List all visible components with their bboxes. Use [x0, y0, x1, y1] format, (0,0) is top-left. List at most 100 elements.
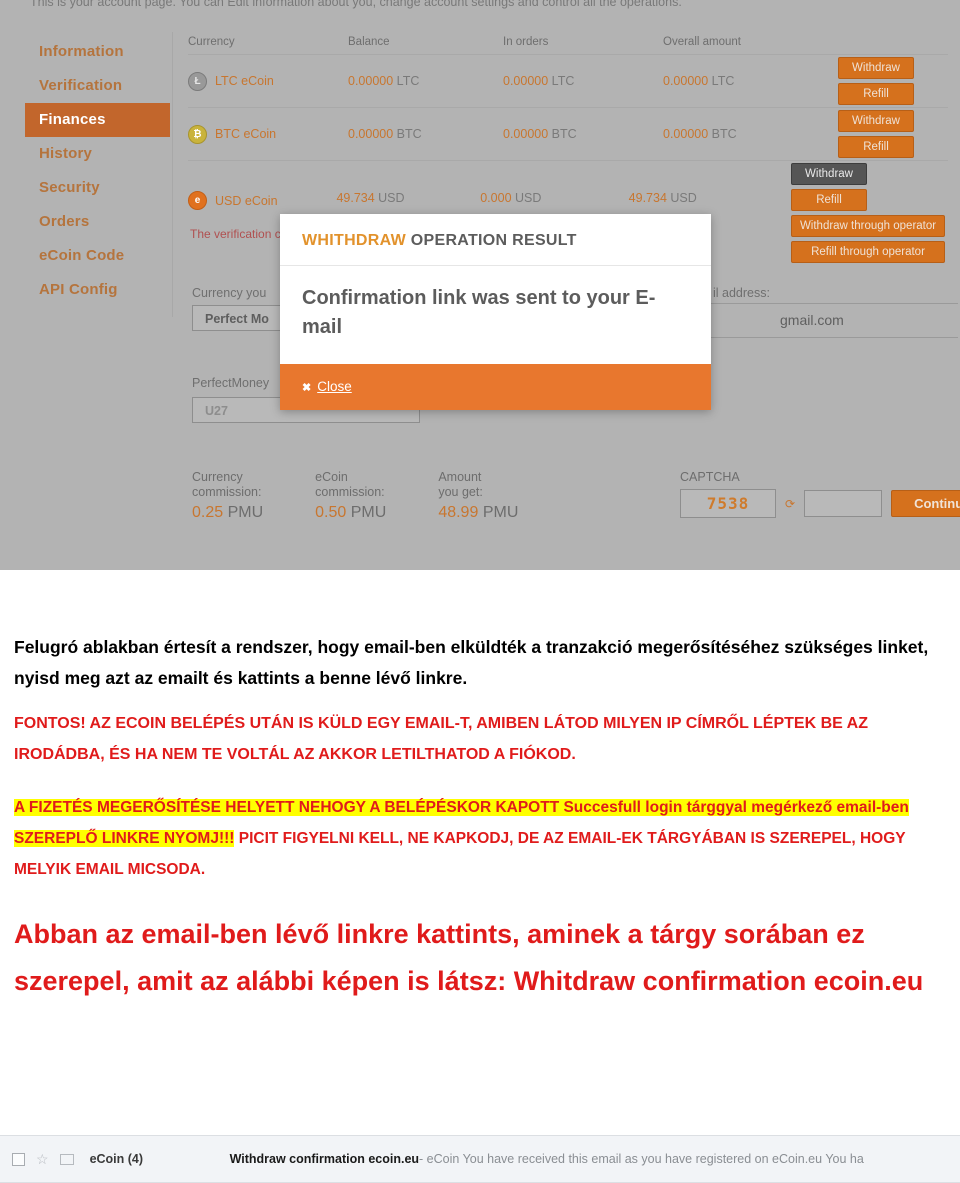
sidebar-item-api-config[interactable]: API Config — [25, 273, 170, 307]
ecoin-commission-label-1: eCoin — [315, 470, 348, 484]
sidebar-divider — [172, 32, 173, 317]
ltc-coin-icon: Ł — [188, 71, 207, 91]
email-field-value[interactable]: gmail.com — [780, 312, 844, 328]
star-icon[interactable]: ☆ — [36, 1151, 49, 1168]
modal-footer: ✖ Close — [280, 364, 711, 410]
paragraph-big-red: Abban az email-ben lévő linkre kattints,… — [14, 919, 924, 996]
in-orders-value: 0.00000 — [503, 127, 549, 141]
withdraw-button-active[interactable]: Withdraw — [791, 163, 868, 185]
refill-button[interactable]: Refill — [791, 189, 868, 211]
ecoin-commission: eCoin commission: 0.50 PMU — [315, 470, 386, 522]
close-icon[interactable]: ✖ — [302, 381, 311, 394]
column-header-actions — [838, 36, 948, 48]
table-header-row: Currency Balance In orders Overall amoun… — [188, 36, 948, 54]
list-item[interactable]: ☆ eCoin (4) Withdraw confirmation ecoin.… — [0, 1136, 960, 1182]
balance-value: 0.00000 — [348, 127, 394, 141]
refresh-icon[interactable]: ⟳ — [785, 497, 795, 511]
account-page-note: This is your account page. You can Edit … — [30, 0, 682, 9]
commission-summary: Currency commission: 0.25 PMU eCoin comm… — [192, 470, 518, 522]
paragraph-highlighted: A FIZETÉS MEGERŐSÍTÉSE HELYETT NEHOGY A … — [0, 792, 960, 885]
overall-unit: BTC — [711, 127, 737, 141]
sidebar-item-finances[interactable]: Finances — [25, 103, 170, 137]
email-field-label: il address: — [713, 286, 770, 300]
withdraw-button[interactable]: Withdraw — [838, 110, 914, 132]
currency-commission-label-2: commission: — [192, 485, 262, 499]
balance-unit: BTC — [396, 127, 422, 141]
sidebar-item-information[interactable]: Information — [25, 35, 170, 69]
currency-field-label: Currency you — [192, 286, 267, 300]
currency-name: LTC eCoin — [215, 74, 274, 88]
label-tag-icon[interactable] — [59, 1153, 74, 1165]
withdraw-through-operator-button[interactable]: Withdraw through operator — [791, 215, 946, 237]
balance-unit: LTC — [396, 74, 420, 88]
instruction-document: Felugró ablakban értesít a rendszer, hog… — [0, 570, 960, 1005]
overall-cell: 0.00000 BTC — [663, 127, 838, 141]
currency-commission-unit: PMU — [227, 504, 264, 521]
in-orders-unit: BTC — [551, 127, 577, 141]
balance-cell: 0.00000 BTC — [348, 127, 503, 141]
verification-note: The verification c — [190, 227, 281, 241]
row-actions: Withdraw Refill — [838, 55, 948, 107]
balance-cell: 49.734 USD — [336, 191, 480, 205]
captcha-label: CAPTCHA — [680, 470, 740, 484]
ecoin-commission-number: 0.50 — [315, 504, 347, 521]
email-sender: eCoin (4) — [89, 1152, 144, 1166]
refill-button[interactable]: Refill — [838, 136, 914, 158]
currency-commission: Currency commission: 0.25 PMU — [192, 470, 263, 522]
sidebar-item-verification[interactable]: Verification — [25, 69, 170, 103]
in-orders-unit: USD — [515, 191, 542, 205]
in-orders-unit: LTC — [551, 74, 575, 88]
ecoin-commission-unit: PMU — [350, 504, 387, 521]
captcha-input[interactable] — [804, 490, 883, 517]
amount-you-get: Amount you get: 48.99 PMU — [438, 470, 518, 522]
email-subject[interactable]: Withdraw confirmation ecoin.eu — [230, 1152, 419, 1166]
modal-message: Confirmation link was sent to your E-mai… — [280, 266, 711, 364]
in-orders-value: 0.000 — [480, 191, 512, 205]
sidebar-item-orders[interactable]: Orders — [25, 205, 170, 239]
continue-button[interactable]: Continue — [891, 490, 960, 517]
modal-title: WHITHDRAW OPERATION RESULT — [280, 214, 711, 266]
row-actions: Withdraw Refill Withdraw through operator… — [791, 161, 948, 265]
embedded-account-screenshot: This is your account page. You can Edit … — [0, 0, 960, 570]
refill-button[interactable]: Refill — [838, 83, 914, 105]
perfectmoney-field-label: PerfectMoney — [192, 376, 270, 390]
in-orders-cell: 0.00000 BTC — [503, 127, 663, 141]
amount-you-get-label-2: you get: — [438, 485, 483, 499]
overall-cell: 49.734 USD — [629, 191, 791, 205]
sidebar-item-security[interactable]: Security — [25, 171, 170, 205]
modal-title-highlight: WHITHDRAW — [302, 232, 407, 249]
sidebar-item-history[interactable]: History — [25, 137, 170, 171]
amount-you-get-unit: PMU — [482, 504, 519, 521]
ecoin-commission-value: 0.50 PMU — [315, 504, 386, 522]
account-sidebar: Information Verification Finances Histor… — [25, 35, 170, 307]
column-header-in-orders: In orders — [503, 36, 549, 48]
modal-close-link[interactable]: Close — [317, 379, 352, 394]
currency-commission-label-1: Currency — [192, 470, 243, 484]
checkbox-icon[interactable] — [12, 1152, 25, 1166]
currency-commission-number: 0.25 — [192, 504, 224, 521]
column-header-overall-amount: Overall amount — [663, 36, 741, 48]
currency-cell: Ł LTC eCoin — [188, 71, 348, 91]
amount-you-get-value: 48.99 PMU — [438, 504, 518, 522]
withdraw-result-modal: WHITHDRAW OPERATION RESULT Confirmation … — [280, 214, 711, 410]
refill-through-operator-button[interactable]: Refill through operator — [791, 241, 946, 263]
balance-cell: 0.00000 LTC — [348, 74, 503, 88]
table-row: Ł LTC eCoin 0.00000 LTC 0.00000 LTC 0.00… — [188, 54, 948, 107]
table-row: ₿ BTC eCoin 0.00000 BTC 0.00000 BTC 0.00… — [188, 107, 948, 160]
currency-name: BTC eCoin — [215, 127, 277, 141]
currency-cell: e USD eCoin — [188, 191, 336, 210]
overall-value: 49.734 — [628, 191, 667, 205]
overall-unit: LTC — [711, 74, 735, 88]
captcha-image: 7538 — [680, 489, 776, 518]
email-list-screenshot: ☆ eCoin (4) Withdraw confirmation ecoin.… — [0, 1135, 960, 1183]
balance-value: 49.734 — [336, 191, 375, 205]
ecoin-commission-label-2: commission: — [315, 485, 385, 499]
sidebar-item-ecoin-code[interactable]: eCoin Code — [25, 239, 170, 273]
overall-value: 0.00000 — [663, 127, 709, 141]
in-orders-cell: 0.00000 LTC — [503, 74, 663, 88]
overall-unit: USD — [670, 191, 697, 205]
withdraw-button[interactable]: Withdraw — [838, 57, 914, 79]
overall-cell: 0.00000 LTC — [663, 74, 838, 88]
row-actions: Withdraw Refill — [838, 108, 948, 160]
currency-commission-value: 0.25 PMU — [192, 504, 263, 522]
